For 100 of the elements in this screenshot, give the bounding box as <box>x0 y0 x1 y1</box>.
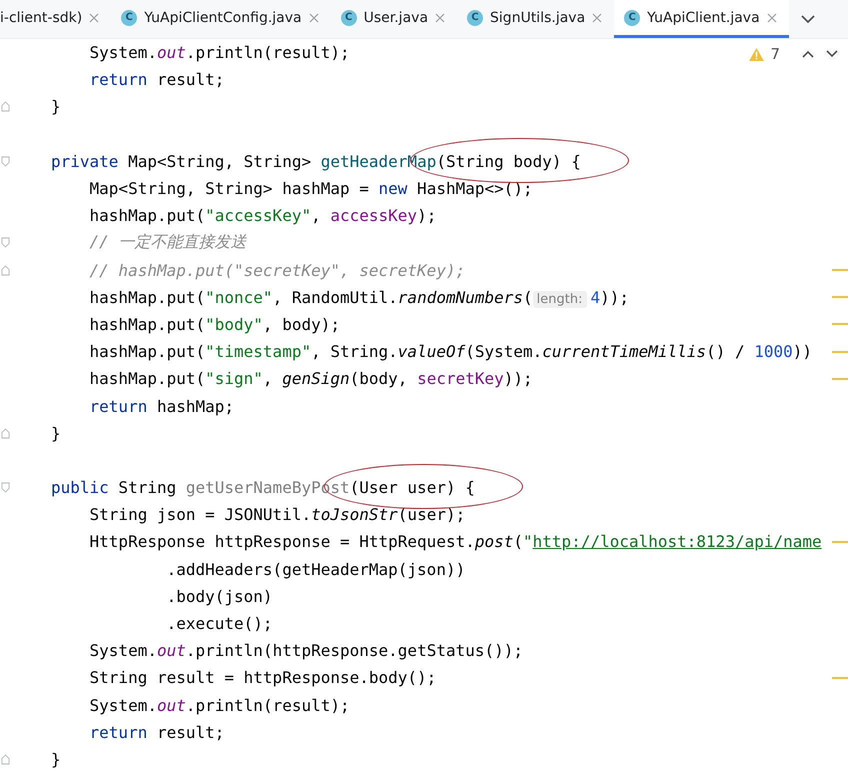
fold-marker-icon[interactable] <box>1 428 10 439</box>
editor-tab[interactable]: C YuApiClientConfig.java <box>111 0 331 38</box>
code-text: ( <box>523 288 533 307</box>
editor-tab[interactable]: C SignUtils.java <box>457 0 614 38</box>
code-text: )) <box>792 342 812 362</box>
warning-icon[interactable] <box>749 48 764 60</box>
fold-marker-icon[interactable] <box>1 101 10 112</box>
code-text: System. <box>88 641 157 660</box>
editor-tab[interactable]: i-client-sdk) <box>0 0 112 38</box>
number-literal: 4 <box>590 288 600 307</box>
chevron-up-icon[interactable] <box>802 50 814 58</box>
keyword: return <box>88 722 148 742</box>
code-text: .addHeaders(getHeaderMap(json)) <box>166 560 466 579</box>
code-text: )); <box>504 369 533 388</box>
string-literal: "timestamp" <box>205 342 312 362</box>
warning-stripe-mark[interactable] <box>832 350 848 353</box>
close-icon[interactable] <box>435 12 446 22</box>
fold-marker-icon[interactable] <box>1 237 10 248</box>
fold-marker-icon[interactable] <box>1 264 10 276</box>
chevron-down-icon[interactable] <box>800 14 815 24</box>
method-call: randomNumbers <box>398 288 524 307</box>
code-text: .println(result); <box>186 696 350 715</box>
warning-stripe-mark[interactable] <box>832 378 848 380</box>
code-text: System. <box>88 43 157 62</box>
field-name: secretKey <box>417 369 504 388</box>
string-literal: "nonce" <box>205 288 273 307</box>
method-call: currentTimeMillis <box>542 342 706 362</box>
class-icon: C <box>467 10 484 26</box>
static-field: out <box>156 641 186 660</box>
code-text: .println(result); <box>186 43 350 62</box>
fold-marker-icon[interactable] <box>1 754 10 765</box>
code-text: } <box>51 424 61 443</box>
code-text: hashMap.put( <box>88 206 206 226</box>
string-literal: "accessKey" <box>205 206 312 226</box>
keyword: return <box>88 396 148 416</box>
code-text: System. <box>88 696 157 715</box>
code-text: hashMap.put( <box>88 314 206 334</box>
string-literal: "sign" <box>205 369 263 388</box>
fold-marker-icon[interactable] <box>1 156 10 167</box>
close-icon[interactable] <box>308 12 319 22</box>
code-text: , String. <box>311 342 398 362</box>
code-text: hashMap.put( <box>88 288 206 307</box>
warning-stripe-mark[interactable] <box>832 269 848 272</box>
warning-stripe-mark[interactable] <box>832 676 848 679</box>
string-literal: "body" <box>205 314 263 334</box>
class-icon: C <box>121 10 138 26</box>
code-text: (String body) { <box>436 152 581 171</box>
string-literal: " <box>523 532 533 552</box>
editor-tab[interactable]: C YuApiClient.java <box>614 0 789 38</box>
code-text: , RandomUtil. <box>272 288 398 307</box>
code-text: result; <box>156 722 224 742</box>
warning-stripe-mark[interactable] <box>832 296 848 298</box>
code-text: (System. <box>465 342 542 362</box>
code-text: hashMap.put( <box>88 369 206 388</box>
code-text: (User user) { <box>350 478 475 498</box>
code-text: hashMap; <box>156 396 234 416</box>
code-text: hashMap.put( <box>88 342 206 362</box>
code-comment: // hashMap.put("secretKey", secretKey); <box>88 260 466 280</box>
code-comment: // 一定不能直接发送 <box>88 232 246 252</box>
close-icon[interactable] <box>89 12 100 22</box>
editor-tab[interactable]: C User.java <box>330 0 458 38</box>
static-field: out <box>156 696 186 715</box>
code-text: )); <box>600 288 630 307</box>
chevron-down-icon[interactable] <box>826 50 838 58</box>
class-icon: C <box>340 10 357 26</box>
warning-count: 7 <box>770 45 780 63</box>
warning-stripe-mark[interactable] <box>832 323 848 326</box>
url-link[interactable]: http://localhost:8123/api/name <box>532 532 822 552</box>
method-call: post <box>474 532 514 552</box>
code-text: () / <box>706 342 746 362</box>
code-text: String result = httpResponse.body(); <box>88 668 436 688</box>
code-text: Map<String, String> <box>127 152 312 171</box>
number-literal: 1000 <box>754 342 793 362</box>
code-text: .body(json) <box>166 586 273 606</box>
fold-marker-icon[interactable] <box>1 482 10 494</box>
field-name: accessKey <box>330 206 418 226</box>
method-call: valueOf <box>398 342 466 362</box>
code-text: , <box>311 206 322 226</box>
code-text: result; <box>156 70 224 90</box>
keyword: return <box>88 70 148 90</box>
code-text: } <box>51 97 61 116</box>
code-text: } <box>51 750 61 769</box>
code-text: Map<String, String> hashMap = <box>88 179 370 198</box>
code-text: HttpResponse httpResponse = HttpRequest. <box>88 532 475 552</box>
code-text: .execute(); <box>166 614 273 634</box>
code-text: String json = JSONUtil. <box>88 505 312 524</box>
code-text: String <box>117 478 178 498</box>
close-icon[interactable] <box>766 12 777 22</box>
warning-stripe-mark[interactable] <box>832 540 848 543</box>
keyword: public <box>51 478 109 498</box>
code-text: HashMap<>(); <box>416 179 533 198</box>
static-field: out <box>156 43 186 62</box>
keyword: new <box>378 179 408 198</box>
code-text: , <box>262 369 274 388</box>
close-icon[interactable] <box>592 12 602 22</box>
code-text: ); <box>417 206 436 226</box>
method-call: toJsonStr <box>311 505 398 524</box>
method-call: genSign <box>282 369 350 388</box>
code-text: .println(httpResponse.getStatus()); <box>186 641 524 660</box>
code-text: (body, <box>350 369 408 388</box>
